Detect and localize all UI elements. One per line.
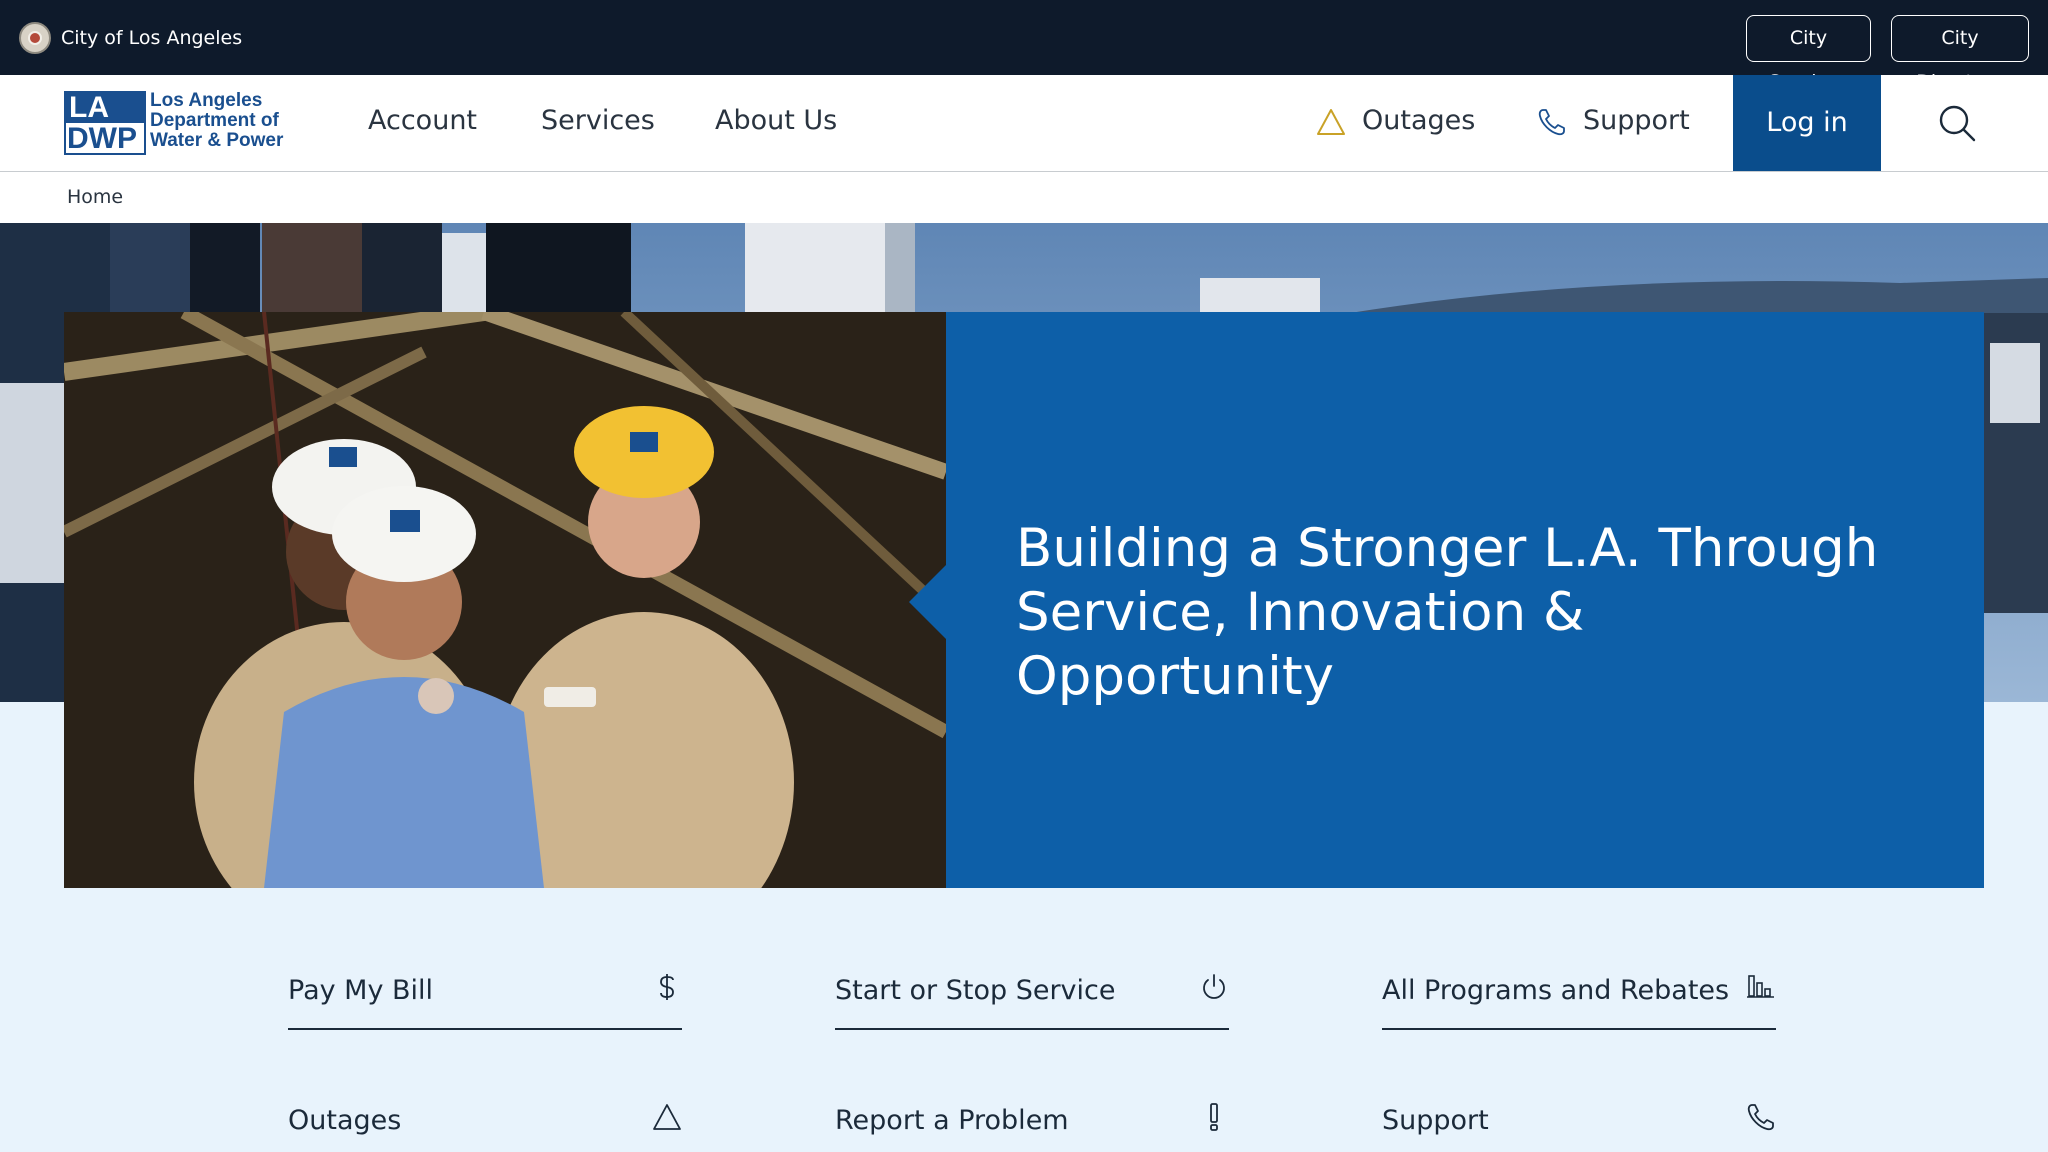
quick-link-pay-my-bill[interactable]: Pay My Bill [288,956,682,1030]
quick-link-underline [288,1028,682,1030]
quick-link-start-stop-service[interactable]: Start or Stop Service [835,956,1229,1030]
workers-hero-image [64,312,946,888]
logo-mark-bottom: DWP [67,122,137,155]
quick-link-support[interactable]: Support [1382,1086,1776,1152]
quick-link-report-problem[interactable]: Report a Problem [835,1086,1229,1152]
search-icon[interactable] [1937,103,1977,143]
hero-title-line: Service, Innovation & Opportunity [1016,582,1585,707]
main-navigation: LA DWP Los Angeles Department of Water &… [0,75,2048,172]
hero-title: Building a Stronger L.A. Through Service… [1016,517,1916,709]
city-directory-button[interactable]: City Directory [1891,15,2029,93]
logo-word-line: Los Angeles [150,90,263,111]
quick-link-label: Pay My Bill [288,975,434,1006]
dollar-icon [660,974,674,1000]
quick-link-label: Outages [288,1105,402,1136]
exclamation-icon [1210,1103,1218,1131]
bar-chart-icon [1747,975,1774,998]
quick-link-label: Start or Stop Service [835,975,1116,1006]
quick-link-underline [1382,1028,1776,1030]
quick-link-outages[interactable]: Outages [288,1086,682,1152]
logo-mark-top: LA [66,93,144,123]
logo-word-line: Water & Power [150,130,284,151]
breadcrumb-home[interactable]: Home [67,186,123,208]
city-seal-icon[interactable] [19,22,51,54]
logo-word-line: Department of [150,110,279,131]
hero-panel-pointer [909,564,947,640]
city-name-link[interactable]: City of Los Angeles [61,27,242,49]
hero-banner: Building a Stronger L.A. Through Service… [946,312,1984,888]
logo-wordmark: Los Angeles Department of Water & Power [150,91,290,151]
nav-about-us[interactable]: About Us [715,105,837,136]
quick-link-label: Support [1382,1105,1489,1136]
phone-icon [1747,1104,1774,1131]
warning-triangle-icon[interactable] [1316,107,1346,137]
nav-account[interactable]: Account [368,105,477,136]
quick-link-programs-rebates[interactable]: All Programs and Rebates [1382,956,1776,1030]
quick-link-underline [835,1028,1229,1030]
logo-mark: LA DWP [64,91,146,155]
nav-services[interactable]: Services [541,105,655,136]
login-button[interactable]: Log in [1733,75,1881,171]
power-icon [1203,974,1225,999]
nav-support[interactable]: Support [1583,105,1690,136]
city-services-button[interactable]: City Services [1746,15,1871,93]
hero-title-line: Building a Stronger L.A. Through [1016,518,1879,579]
breadcrumb: Home [0,172,2048,223]
phone-icon[interactable] [1537,107,1567,137]
ladwp-logo[interactable]: LA DWP Los Angeles Department of Water &… [64,91,284,157]
warning-triangle-icon [653,1104,681,1130]
quick-link-label: Report a Problem [835,1105,1069,1136]
nav-outages[interactable]: Outages [1362,105,1475,136]
city-top-bar: City of Los Angeles City Services City D… [0,0,2048,93]
quick-link-label: All Programs and Rebates [1382,975,1730,1006]
